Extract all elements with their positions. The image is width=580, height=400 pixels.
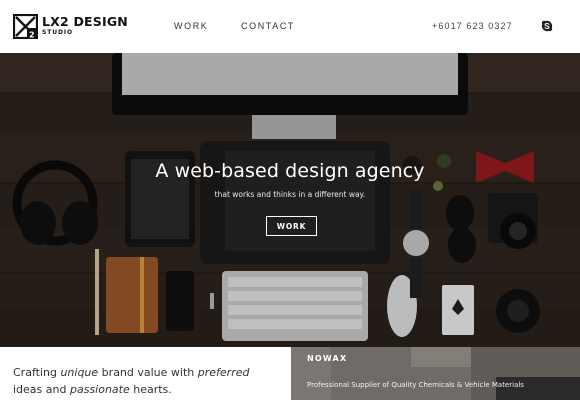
project-name: NOWAX	[307, 354, 348, 363]
hero-section: A web-based design agency that works and…	[0, 53, 580, 347]
logo-subtitle: STUDIO	[42, 29, 73, 37]
tagline-text: ideas and	[13, 383, 70, 396]
tagline-emphasis: preferred	[197, 366, 250, 379]
nav-work[interactable]: WORK	[174, 21, 208, 31]
tagline-emphasis: passionate	[69, 383, 130, 396]
tagline-emphasis: unique	[60, 366, 99, 379]
hero-title: A web-based design agency	[155, 160, 425, 182]
skype-icon[interactable]	[541, 20, 553, 32]
logo-text: LX2 DESIGN STUDIO	[42, 13, 128, 37]
project-card-nowax[interactable]: NOWAX Professional Supplier of Quality C…	[291, 347, 580, 400]
logo-title: LX2 DESIGN	[42, 13, 128, 29]
site-header: 2 LX2 DESIGN STUDIO WORK CONTACT +6017 6…	[0, 0, 580, 53]
logo-link[interactable]: 2 LX2 DESIGN STUDIO	[13, 13, 128, 39]
hero-work-button[interactable]: WORK	[266, 216, 317, 236]
phone-number[interactable]: +6017 623 0327	[432, 21, 513, 31]
project-description: Professional Supplier of Quality Chemica…	[307, 381, 524, 389]
svg-text:2: 2	[29, 30, 35, 39]
hero-overlay	[0, 53, 580, 347]
tagline-text: hearts.	[129, 383, 172, 396]
nav-contact[interactable]: CONTACT	[241, 21, 295, 31]
logo-mark-icon: 2	[13, 13, 38, 39]
intro-tagline: Crafting unique brand value with preferr…	[13, 364, 273, 398]
hero-subtitle: that works and thinks in a different way…	[214, 190, 366, 199]
tagline-text: brand value with	[98, 366, 198, 379]
tagline-text: Crafting	[13, 366, 61, 379]
